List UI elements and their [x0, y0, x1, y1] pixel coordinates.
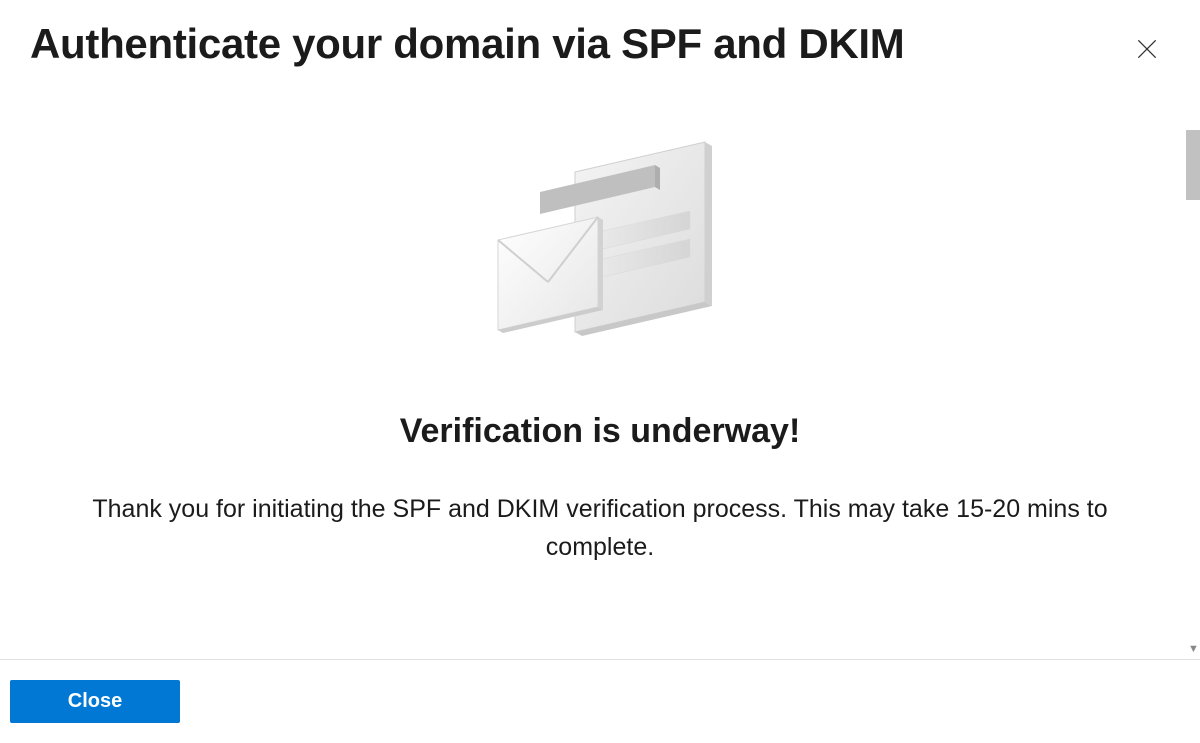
verification-status-description: Thank you for initiating the SPF and DKI… — [40, 491, 1160, 566]
close-icon — [1134, 36, 1160, 62]
close-button[interactable]: Close — [10, 680, 180, 723]
dialog-footer: Close — [0, 659, 1200, 743]
mail-verification-illustration — [480, 132, 720, 362]
scrollbar-thumb[interactable] — [1186, 130, 1200, 200]
dialog-title: Authenticate your domain via SPF and DKI… — [30, 20, 904, 68]
verification-status-heading: Verification is underway! — [400, 412, 801, 451]
scrollbar-down-icon[interactable]: ▼ — [1188, 643, 1198, 653]
authenticate-domain-dialog: Authenticate your domain via SPF and DKI… — [0, 0, 1200, 743]
dialog-content: Verification is underway! Thank you for … — [0, 72, 1200, 659]
dialog-header: Authenticate your domain via SPF and DKI… — [0, 0, 1200, 72]
close-icon-button[interactable] — [1124, 26, 1170, 72]
